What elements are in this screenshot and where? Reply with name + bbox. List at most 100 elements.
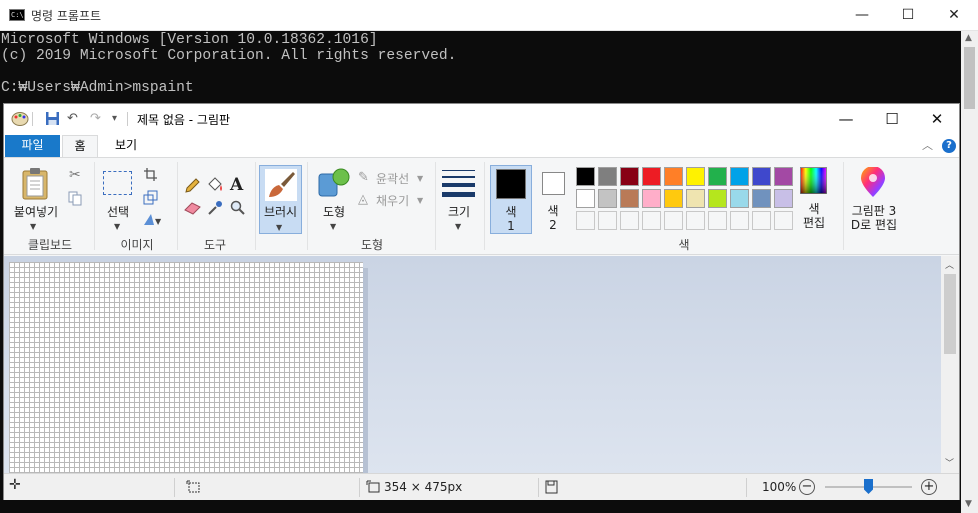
cmd-scroll-thumb[interactable] [964,47,975,109]
palette-swatch[interactable] [686,189,705,208]
magnifier-icon[interactable] [230,200,246,216]
scroll-up-arrow-icon[interactable]: ▲ [965,33,972,43]
palette-swatch[interactable] [642,189,661,208]
cmd-app-icon: C:\ [9,9,25,21]
rotate-icon[interactable]: ▼ [142,212,164,227]
palette-swatch[interactable] [708,167,727,186]
paste-button[interactable]: 붙여넣기 [8,205,64,219]
paint-title-bar[interactable]: ↶ ↷ ▾ 제목 없음 - 그림판 — ☐ ✕ [4,104,959,134]
palette-swatch[interactable] [598,189,617,208]
palette-swatch[interactable] [598,211,617,230]
group-divider [484,162,485,250]
ribbon: 붙여넣기 ▼ ✂ 클립보드 선택 ▼ ▼ 이미지 A 도구 브러시 ▼ 도형 ▼… [4,157,959,255]
paint-minimize-button[interactable]: — [823,104,869,134]
cmd-icon-text: C:\ [11,11,24,19]
palette-swatch[interactable] [730,211,749,230]
pencil-icon[interactable] [184,178,200,194]
select-icon[interactable] [103,171,132,195]
shapes-button[interactable]: 도형 [316,205,352,219]
edit-colors-button[interactable]: 색 편집 [795,202,833,230]
shapes-chevron-icon[interactable]: ▼ [330,220,336,234]
paint-maximize-button[interactable]: ☐ [869,104,915,134]
palette-swatch[interactable] [576,167,595,186]
scroll-down-arrow-icon[interactable]: ▼ [965,499,972,509]
select-chevron-icon[interactable]: ▼ [114,220,120,234]
edit-with-paint3d-button[interactable]: 그림판 3 D로 편집 [846,204,902,232]
group-divider [177,162,178,250]
cmd-scrollbar[interactable]: ▲ ▼ [961,31,978,513]
palette-swatch[interactable] [708,189,727,208]
cmd-output[interactable]: Microsoft Windows [Version 10.0.18362.10… [1,32,961,96]
canvas-workspace[interactable] [4,256,959,473]
canvas-shadow [363,268,368,473]
cmd-minimize-button[interactable]: — [839,0,885,31]
canvas-scroll-thumb[interactable] [944,274,956,354]
palette-swatch[interactable] [752,189,771,208]
cmd-title-bar[interactable]: C:\ 명령 프롬프트 — ☐ ✕ [0,0,978,31]
customize-qa-chevron-icon[interactable]: ▾ [112,113,117,124]
resize-icon[interactable] [143,190,158,205]
zoom-in-button[interactable]: + [921,479,937,495]
cmd-maximize-button[interactable]: ☐ [885,0,931,31]
palette-swatch[interactable] [620,211,639,230]
tab-view[interactable]: 보기 [108,135,144,158]
palette-swatch[interactable] [576,211,595,230]
zoom-out-button[interactable]: − [799,479,815,495]
palette-swatch[interactable] [664,167,683,186]
redo-icon[interactable]: ↷ [90,111,101,126]
color1-button[interactable]: 색 1 [490,165,532,234]
group-divider [94,162,95,250]
palette-swatch[interactable] [774,167,793,186]
paste-clipboard-icon[interactable] [21,167,51,201]
paste-chevron-icon[interactable]: ▼ [30,220,36,234]
zoom-slider-thumb[interactable] [864,479,873,494]
save-icon[interactable] [45,111,60,126]
shapes-icon[interactable] [318,168,350,198]
palette-swatch[interactable] [642,211,661,230]
fill-bucket-icon[interactable] [206,177,224,194]
palette-swatch[interactable] [664,211,683,230]
collapse-ribbon-chevron-icon[interactable]: ︿ [922,137,933,153]
paint3d-icon[interactable] [859,167,887,199]
palette-swatch[interactable] [664,189,683,208]
tab-home[interactable]: 홈 [62,135,98,158]
scroll-up-arrow-icon[interactable]: ︿ [945,258,954,271]
palette-swatch[interactable] [774,189,793,208]
palette-swatch[interactable] [686,167,705,186]
eraser-icon[interactable] [184,201,201,215]
canvas-dimensions: 354 × 475px [384,480,463,494]
palette-swatch[interactable] [708,211,727,230]
palette-swatch[interactable] [686,211,705,230]
palette-swatch[interactable] [598,167,617,186]
crop-icon[interactable] [143,167,158,182]
undo-icon[interactable]: ↶ [67,111,78,126]
brushes-button[interactable]: 브러시 ▼ [259,165,302,234]
edit-colors-icon[interactable] [800,167,827,194]
palette-swatch[interactable] [620,167,639,186]
color2-button[interactable]: 색 2 [535,165,571,234]
tab-file[interactable]: 파일 [5,135,60,158]
size-chevron-icon[interactable]: ▼ [455,220,461,234]
scroll-down-arrow-icon[interactable]: ﹀ [945,456,954,469]
palette-swatch[interactable] [730,189,749,208]
status-divider [174,478,175,497]
select-button[interactable]: 선택 [100,205,136,219]
palette-swatch[interactable] [752,167,771,186]
palette-swatch[interactable] [642,167,661,186]
palette-swatch[interactable] [774,211,793,230]
paint-close-button[interactable]: ✕ [914,104,960,134]
size-icon[interactable] [442,170,475,197]
palette-swatch[interactable] [752,211,771,230]
palette-swatch[interactable] [730,167,749,186]
help-icon[interactable]: ? [942,139,956,153]
color-picker-icon[interactable] [207,200,223,216]
copy-icon[interactable] [68,191,83,206]
canvas-vertical-scrollbar[interactable]: ︿ ﹀ [941,256,959,473]
palette-swatch[interactable] [576,189,595,208]
cut-icon[interactable]: ✂ [69,167,81,183]
drawing-canvas[interactable] [9,262,363,473]
text-tool-icon[interactable]: A [230,175,243,195]
palette-swatch[interactable] [620,189,639,208]
size-button[interactable]: 크기 [441,205,477,219]
cmd-close-button[interactable]: ✕ [931,0,977,31]
